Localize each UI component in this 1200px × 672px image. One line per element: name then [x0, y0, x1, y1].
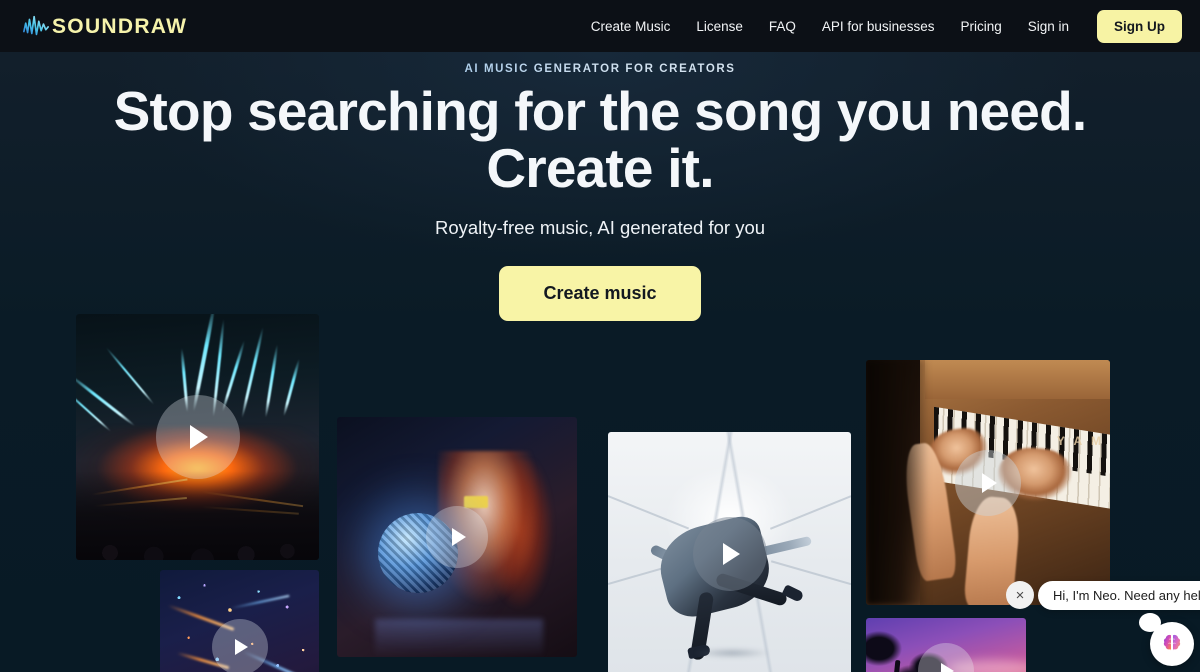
- laser-beam: [76, 373, 136, 428]
- nav-link-create-music[interactable]: Create Music: [591, 19, 671, 34]
- sunglasses: [464, 496, 489, 509]
- hero-section: AI MUSIC GENERATOR FOR CREATORS Stop sea…: [0, 52, 1200, 672]
- headline-line-2: Create it.: [486, 137, 714, 200]
- piano-lid: [924, 360, 1110, 400]
- laser-beam: [220, 339, 246, 412]
- media-card-city[interactable]: [160, 570, 319, 672]
- shadow-vignette: [866, 360, 930, 605]
- cloud: [949, 660, 1026, 672]
- chat-close-button[interactable]: ×: [1006, 581, 1034, 609]
- logo-text: SOUNDRAW: [52, 14, 188, 38]
- nav-link-sign-in[interactable]: Sign in: [1028, 19, 1069, 34]
- hero-subtitle: Royalty-free music, AI generated for you: [434, 217, 766, 239]
- piano-brand-text: Y A M: [1056, 433, 1104, 448]
- chat-greeting-bubble[interactable]: Hi, I'm Neo. Need any help?: [1038, 581, 1200, 610]
- laser-beam: [192, 314, 217, 412]
- nav-link-api-for-businesses[interactable]: API for businesses: [822, 19, 935, 34]
- crowd-silhouette: [76, 471, 319, 560]
- media-card-disco[interactable]: [337, 417, 577, 657]
- floor-reflection: [375, 618, 544, 657]
- nav-link-license[interactable]: License: [696, 19, 743, 34]
- sign-up-button[interactable]: Sign Up: [1097, 9, 1182, 43]
- palm-fronds: [901, 645, 956, 672]
- waveform-icon: [23, 15, 49, 36]
- nav-link-faq[interactable]: FAQ: [769, 19, 796, 34]
- media-card-concert[interactable]: [76, 314, 319, 560]
- dancer-shadow: [680, 645, 783, 661]
- site-header: SOUNDRAW Create Music License FAQ API fo…: [0, 0, 1200, 52]
- media-card-dancer[interactable]: [608, 432, 851, 672]
- headline-line-1: Stop searching for the song you need.: [113, 80, 1088, 142]
- main-nav: Create Music License FAQ API for busines…: [591, 9, 1182, 43]
- media-card-piano[interactable]: Y A M: [866, 360, 1110, 605]
- chat-launcher-button[interactable]: [1139, 613, 1194, 666]
- hero-eyebrow: AI MUSIC GENERATOR FOR CREATORS: [0, 63, 1200, 75]
- ai-brain-icon: [1163, 634, 1181, 651]
- laser-beam: [264, 343, 280, 418]
- laser-beam: [105, 346, 155, 405]
- laser-beam: [180, 348, 189, 413]
- create-music-button[interactable]: Create music: [499, 266, 701, 322]
- disco-ball: [377, 513, 458, 593]
- page-title: Stop searching for the song you need. Cr…: [0, 80, 1200, 200]
- media-card-palms[interactable]: [866, 618, 1026, 672]
- laser-beam: [282, 358, 301, 417]
- logo[interactable]: SOUNDRAW: [22, 13, 187, 39]
- nav-link-pricing[interactable]: Pricing: [960, 19, 1001, 34]
